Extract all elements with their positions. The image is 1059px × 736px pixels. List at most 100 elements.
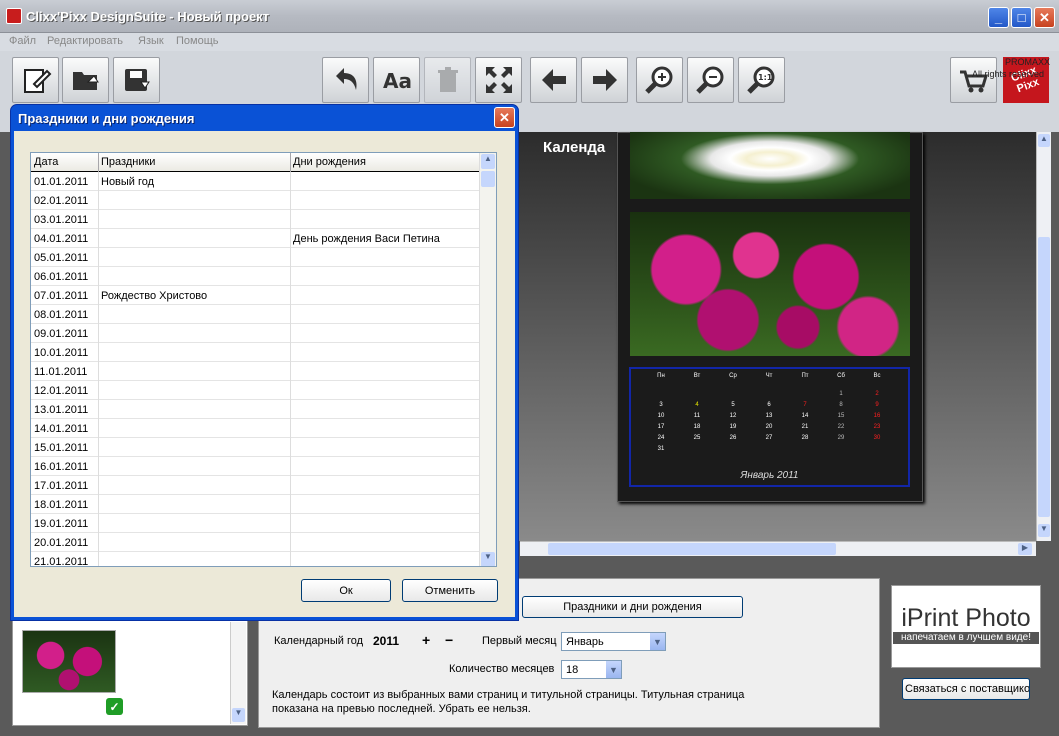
page-thumbnail[interactable]	[22, 630, 116, 693]
save-icon	[124, 69, 150, 91]
date-cell[interactable]: 14.01.2011	[34, 423, 88, 435]
holidays-birthdays-button[interactable]: Праздники и дни рождения	[522, 596, 743, 618]
dialog-title: Праздники и дни рождения	[18, 111, 195, 126]
calendar-day: 21	[801, 424, 809, 430]
weekday-label: Пт	[801, 373, 809, 379]
date-cell[interactable]: 01.01.2011	[34, 176, 88, 188]
calendar-day: 18	[693, 424, 701, 430]
calendar-day: 26	[729, 435, 737, 441]
column-header-birthdays[interactable]: Дни рождения	[293, 156, 366, 168]
zoom-actual-size-icon: 1:1	[746, 66, 774, 94]
next-button[interactable]	[581, 57, 628, 103]
calendar-grid: Пн Вт Ср Чт Пт Сб Вс 1 2 3 4 5 6 7 8 9 10 11 12 13 14 15 16 17 1…	[629, 367, 910, 487]
calendar-year-label: Календарный год	[274, 635, 364, 647]
delete-button[interactable]	[424, 57, 471, 103]
calendar-day: 15	[837, 413, 845, 419]
first-month-label: Первый месяц	[482, 635, 557, 647]
fullscreen-button[interactable]	[475, 57, 522, 103]
date-cell[interactable]: 09.01.2011	[34, 328, 88, 340]
zoom-actual-button[interactable]: 1:1	[738, 57, 785, 103]
calendar-day: 10	[657, 413, 665, 419]
maximize-button[interactable]: □	[1011, 7, 1032, 28]
calendar-day: 11	[693, 413, 701, 419]
calendar-day: 1	[839, 391, 843, 397]
column-header-date[interactable]: Дата	[34, 156, 58, 168]
months-count-select[interactable]: 18 ▼	[561, 660, 622, 679]
holiday-cell[interactable]: Рождество Христово	[101, 290, 207, 302]
date-cell[interactable]: 18.01.2011	[34, 499, 88, 511]
date-cell[interactable]: 19.01.2011	[34, 518, 88, 530]
date-cell[interactable]: 13.01.2011	[34, 404, 88, 416]
iprint-photo-logo: iPrint Photo	[901, 604, 1031, 632]
calendar-day: 28	[801, 435, 809, 441]
date-cell[interactable]: 15.01.2011	[34, 442, 88, 454]
ok-button[interactable]: Ок	[301, 579, 391, 602]
birthday-cell[interactable]: День рождения Васи Петина	[293, 233, 440, 245]
undo-button[interactable]	[322, 57, 369, 103]
arrow-right-icon	[592, 69, 617, 91]
date-cell[interactable]: 03.01.2011	[34, 214, 88, 226]
new-project-button[interactable]	[12, 57, 59, 103]
months-count-label: Количество месяцев	[449, 663, 555, 675]
zoom-in-button[interactable]	[636, 57, 683, 103]
table-scrollbar[interactable]: ▲ ▼	[479, 153, 496, 566]
menu-edit[interactable]: Редактировать	[47, 35, 123, 47]
previous-button[interactable]	[530, 57, 577, 103]
calendar-day: 23	[873, 424, 881, 430]
menu-language[interactable]: Язык	[138, 35, 164, 47]
calendar-day: 22	[837, 424, 845, 430]
date-cell[interactable]: 10.01.2011	[34, 347, 88, 359]
date-cell[interactable]: 16.01.2011	[34, 461, 88, 473]
date-cell[interactable]: 21.01.2011	[34, 556, 88, 566]
holidays-table[interactable]: Дата Праздники Дни рождения 01.01.2011 Но…	[30, 152, 497, 567]
zoom-in-icon	[644, 66, 672, 94]
preview-horizontal-scrollbar[interactable]: ▶	[520, 541, 1036, 556]
minimize-button[interactable]: _	[988, 7, 1009, 28]
open-folder-icon	[72, 72, 99, 90]
open-project-button[interactable]	[62, 57, 109, 103]
first-month-value: Январь	[566, 635, 604, 648]
date-cell[interactable]: 11.01.2011	[34, 366, 87, 378]
weekday-label: Ср	[729, 373, 737, 379]
date-cell[interactable]: 08.01.2011	[34, 309, 88, 321]
year-increment-button[interactable]: +	[422, 632, 430, 648]
text-button[interactable]: Aa	[373, 57, 420, 103]
calendar-day: 3	[659, 402, 663, 408]
first-month-select[interactable]: Январь ▼	[561, 632, 666, 651]
holiday-cell[interactable]: Новый год	[101, 176, 154, 188]
menu-help[interactable]: Помощь	[176, 35, 219, 47]
calendar-day: 5	[731, 402, 735, 408]
calendar-year-value: 2011	[373, 634, 400, 648]
date-cell[interactable]: 07.01.2011	[34, 290, 88, 302]
app-icon	[6, 8, 22, 24]
rights-text: All rights reserved	[972, 69, 1045, 79]
calendar-day: 12	[729, 413, 737, 419]
year-decrement-button[interactable]: −	[445, 632, 453, 648]
company-name: PROMAXX	[1005, 57, 1051, 67]
checkmark-icon: ✓	[106, 698, 123, 715]
calendar-heading: Календа	[543, 139, 606, 156]
zoom-out-button[interactable]	[687, 57, 734, 103]
thumbnail-scrollbar[interactable]: ▼	[230, 622, 246, 724]
svg-text:1:1: 1:1	[758, 73, 773, 82]
cart-button[interactable]	[950, 57, 997, 103]
date-cell[interactable]: 06.01.2011	[34, 271, 88, 283]
close-window-button[interactable]: ✕	[1034, 7, 1055, 28]
date-cell[interactable]: 12.01.2011	[34, 385, 88, 397]
preview-vertical-scrollbar[interactable]: ▲ ▼	[1036, 132, 1051, 541]
column-header-holidays[interactable]: Праздники	[101, 156, 155, 168]
dialog-close-button[interactable]: ✕	[494, 107, 515, 128]
chevron-down-icon: ▼	[649, 633, 665, 650]
date-cell[interactable]: 04.01.2011	[34, 233, 88, 245]
menu-file[interactable]: Файл	[9, 35, 36, 47]
date-cell[interactable]: 02.01.2011	[34, 195, 88, 207]
calendar-day: 29	[837, 435, 845, 441]
date-cell[interactable]: 05.01.2011	[34, 252, 88, 264]
cancel-button[interactable]: Отменить	[402, 579, 498, 602]
arrow-left-icon	[541, 69, 566, 91]
petunia-photo	[630, 212, 910, 356]
contact-supplier-button[interactable]: Связаться с поставщиком	[902, 678, 1030, 700]
save-project-button[interactable]	[113, 57, 160, 103]
date-cell[interactable]: 20.01.2011	[34, 537, 88, 549]
date-cell[interactable]: 17.01.2011	[34, 480, 88, 492]
